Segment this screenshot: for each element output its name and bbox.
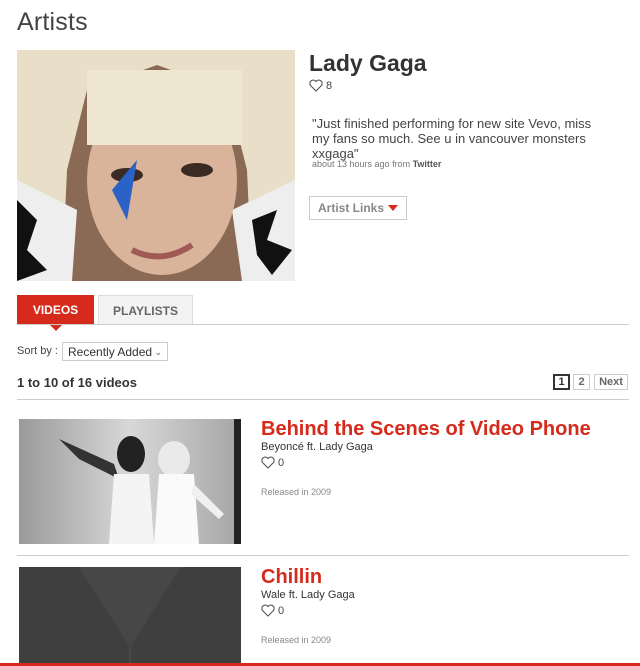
heart-outline-icon — [309, 79, 323, 92]
artist-links-button[interactable]: Artist Links — [309, 196, 407, 220]
artist-tweet: "Just finished performing for new site V… — [312, 116, 592, 161]
sort-label: Sort by : — [17, 345, 58, 357]
video-like-button[interactable]: 0 — [261, 456, 284, 469]
video-thumbnail[interactable] — [19, 419, 241, 544]
sort-value: Recently Added — [68, 344, 153, 359]
tweet-time: about 13 hours ago from — [312, 159, 413, 169]
video-artist[interactable]: Wale ft. Lady Gaga — [261, 589, 355, 601]
video-released: Released in 2009 — [261, 635, 332, 645]
list-divider — [17, 555, 629, 556]
tab-videos[interactable]: VIDEOS — [17, 295, 94, 331]
artist-links-label: Artist Links — [317, 201, 384, 215]
chevron-down-icon: ⌄ — [154, 347, 162, 357]
results-summary: 1 to 10 of 16 videos — [17, 375, 137, 390]
tweet-source[interactable]: Twitter — [413, 159, 442, 169]
video-title[interactable]: Chillin — [261, 566, 322, 589]
next-page-button[interactable]: Next — [594, 374, 628, 390]
video-like-count: 0 — [278, 456, 285, 469]
artist-photo — [17, 50, 295, 281]
video-artist[interactable]: Beyoncé ft. Lady Gaga — [261, 441, 373, 453]
video-like-count: 0 — [278, 604, 285, 617]
tabs-divider — [17, 324, 629, 325]
sort-select[interactable]: Recently Added ⌄ — [62, 342, 168, 361]
video-like-button[interactable]: 0 — [261, 604, 284, 617]
tweet-meta: about 13 hours ago from Twitter — [312, 159, 441, 169]
video-thumbnail[interactable] — [19, 567, 241, 666]
artist-name: Lady Gaga — [309, 50, 427, 76]
page-title: Artists — [17, 8, 88, 36]
tab-playlists[interactable]: PLAYLISTS — [98, 295, 193, 325]
page-2-button[interactable]: 2 — [573, 374, 590, 390]
caret-down-icon — [388, 205, 398, 211]
artist-like-count: 8 — [326, 79, 333, 92]
video-released: Released in 2009 — [261, 487, 332, 497]
page-1-button[interactable]: 1 — [553, 374, 570, 390]
heart-outline-icon — [261, 456, 275, 469]
heart-outline-icon — [261, 604, 275, 617]
list-divider — [17, 399, 629, 400]
video-title[interactable]: Behind the Scenes of Video Phone — [261, 418, 591, 441]
artist-like-button[interactable]: 8 — [309, 79, 332, 92]
